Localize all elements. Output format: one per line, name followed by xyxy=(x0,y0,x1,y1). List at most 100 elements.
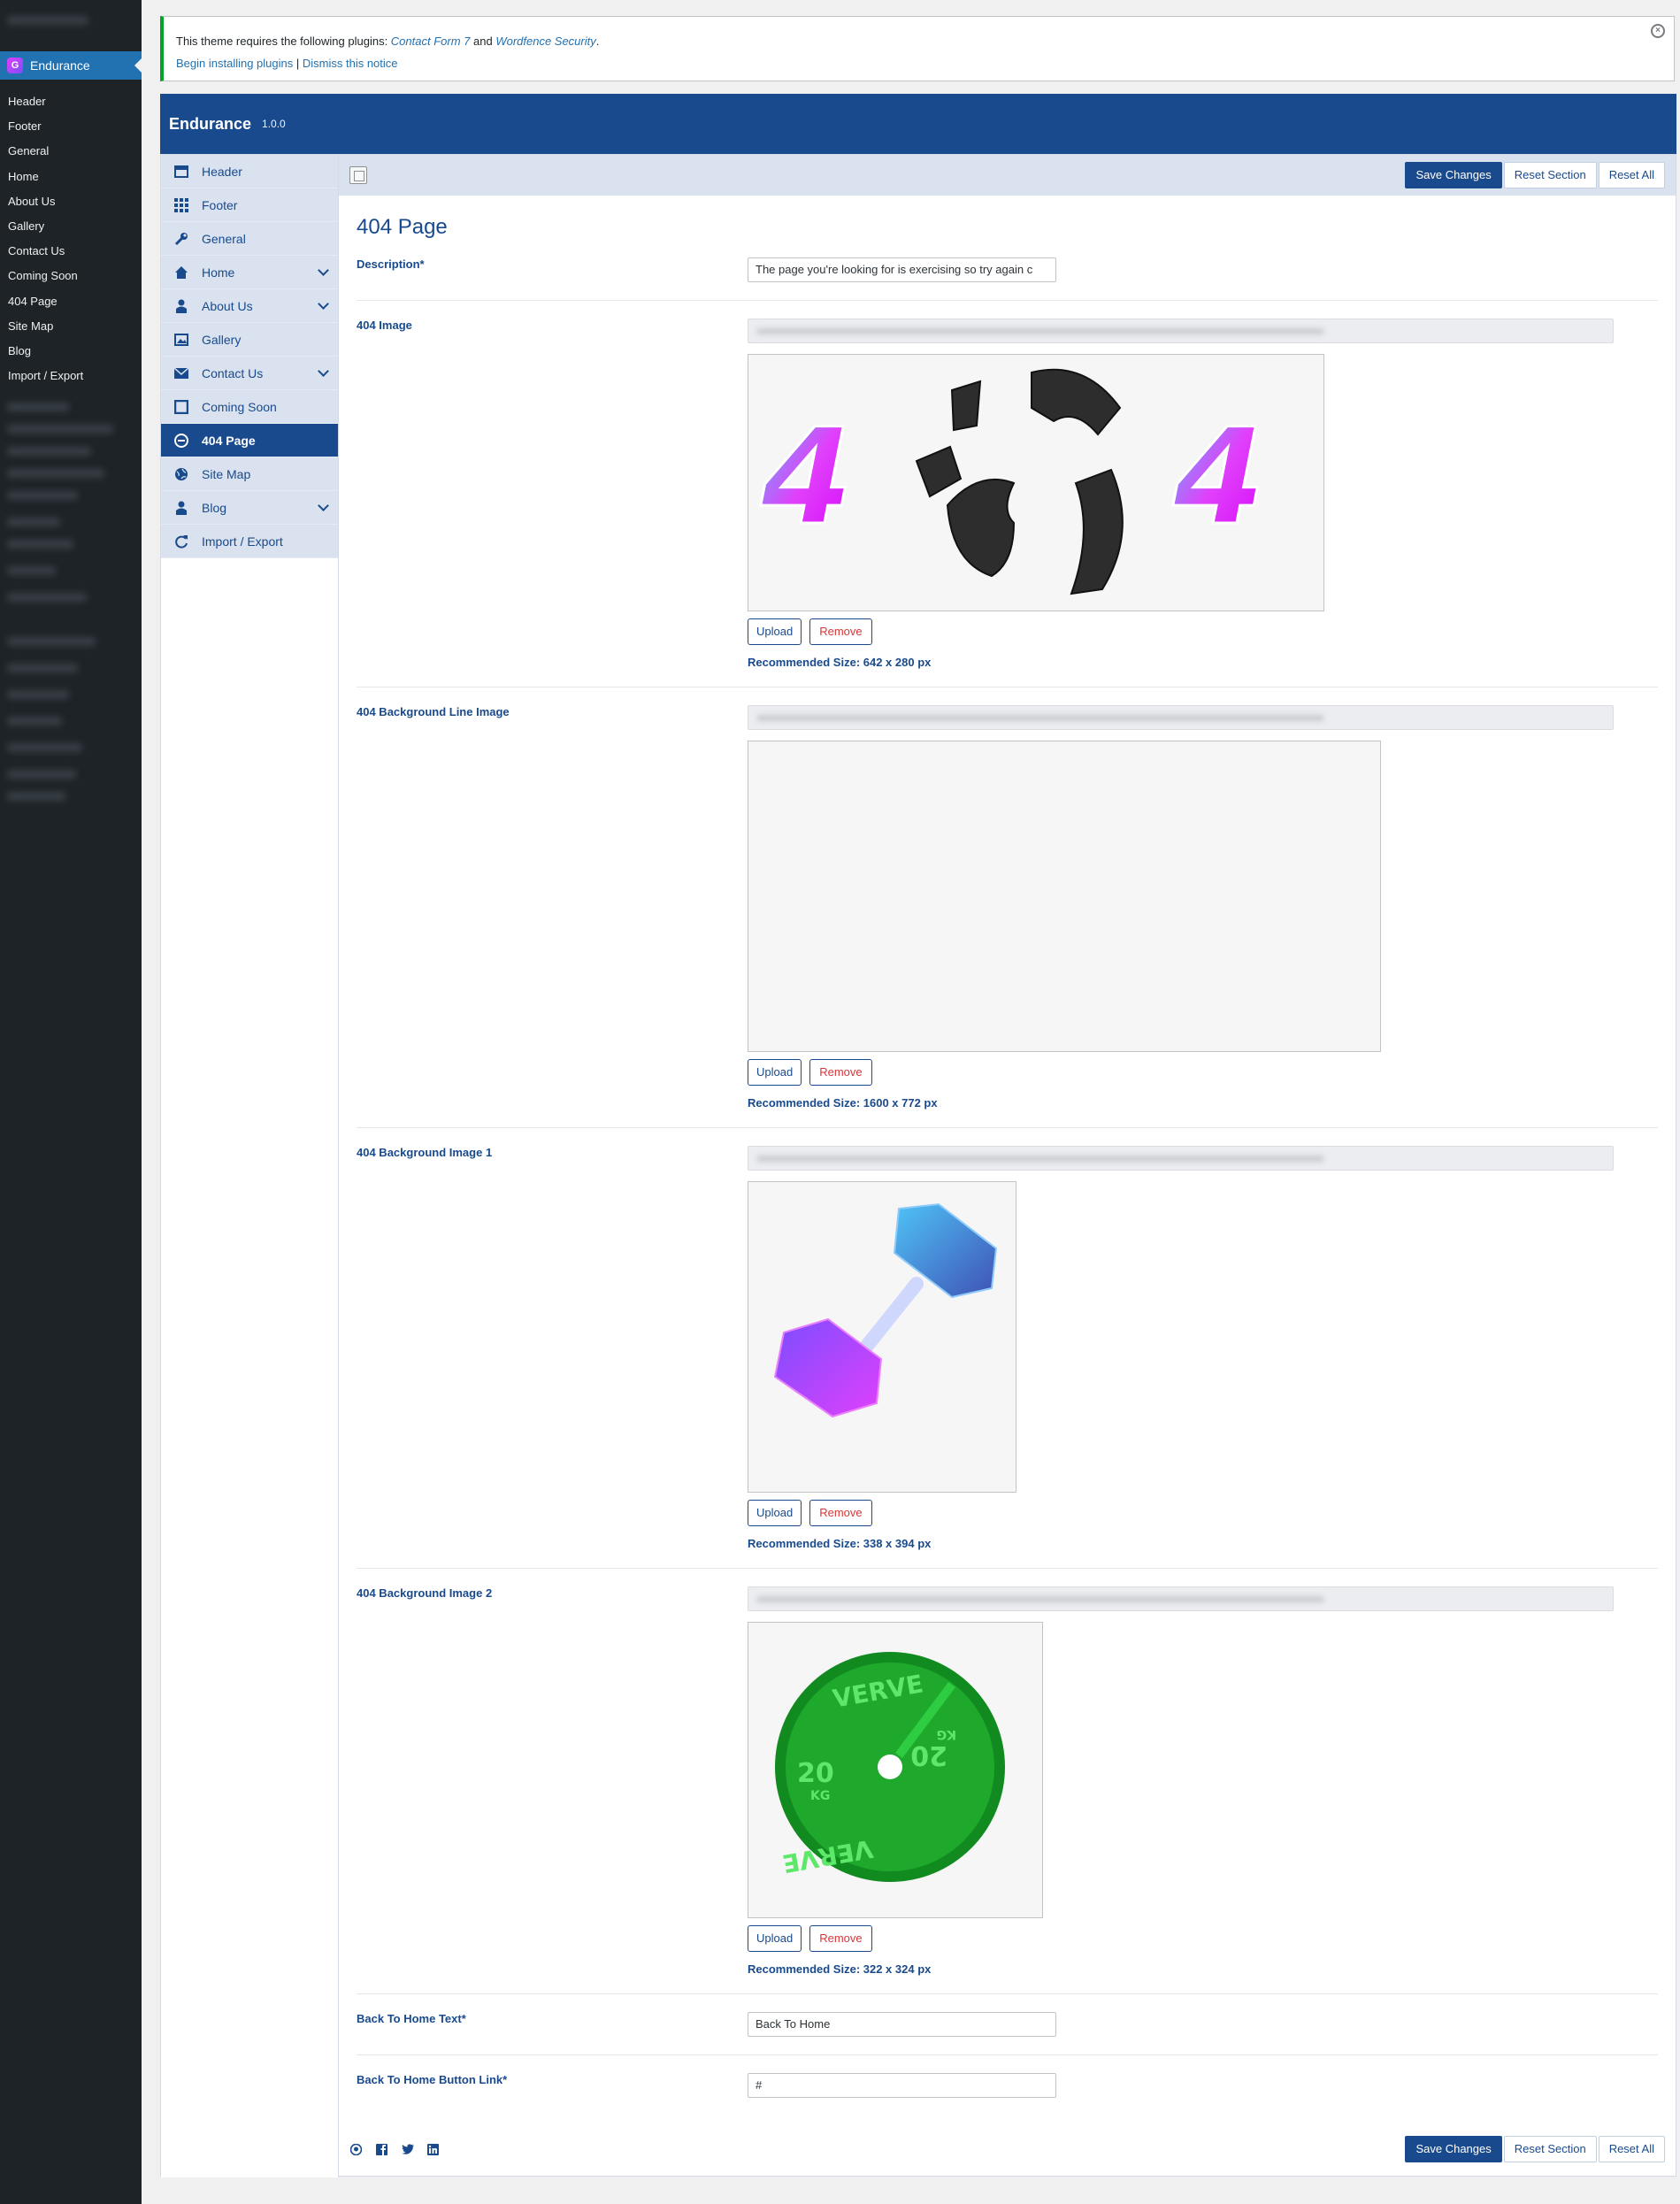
notice-text: This theme requires the following plugin… xyxy=(176,35,391,48)
reset-section-button[interactable]: Reset Section xyxy=(1503,2136,1597,2162)
plugin-link-contact-form[interactable]: Contact Form 7 xyxy=(391,35,471,48)
upload-button[interactable]: Upload xyxy=(748,1925,802,1952)
media-url-field[interactable] xyxy=(748,1586,1614,1611)
blurred-menu-item xyxy=(7,540,73,549)
nav-item-coming-soon[interactable]: Coming Soon xyxy=(161,390,338,424)
nav-label: Site Map xyxy=(202,466,251,481)
upload-button[interactable]: Upload xyxy=(748,618,802,645)
field-label: 404 Background Line Image xyxy=(357,705,510,718)
expand-options-icon[interactable] xyxy=(349,166,367,184)
chevron-down-icon[interactable] xyxy=(318,298,329,310)
field-label: Back To Home Button Link* xyxy=(357,2073,508,2086)
nav-item-blog[interactable]: Blog xyxy=(161,491,338,525)
wp-submenu-item[interactable]: About Us xyxy=(0,189,142,214)
home-link-input[interactable]: # xyxy=(748,2073,1056,2098)
section-content: 404 Page Description* The page you're lo… xyxy=(339,196,1676,2116)
person-icon xyxy=(173,500,189,516)
blurred-menu-item xyxy=(7,447,91,456)
remove-button[interactable]: Remove xyxy=(809,1500,872,1526)
nav-item-footer[interactable]: Footer xyxy=(161,188,338,222)
nav-item-contact-us[interactable]: Contact Us xyxy=(161,357,338,390)
facebook-icon[interactable] xyxy=(375,2143,388,2156)
nav-label: Coming Soon xyxy=(202,399,277,414)
no-entry-icon xyxy=(173,433,189,449)
nav-item-import-export[interactable]: Import / Export xyxy=(161,525,338,558)
remove-button[interactable]: Remove xyxy=(809,1925,872,1952)
wp-submenu-item[interactable]: Site Map xyxy=(0,314,142,339)
plugin-notice: × This theme requires the following plug… xyxy=(160,16,1675,81)
weight-plate-image-preview: VERVE VERVE 20 KG 20 KG xyxy=(748,1622,1043,1918)
options-footer: Save Changes Reset Section Reset All xyxy=(339,2123,1676,2176)
linkedin-icon[interactable] xyxy=(426,2143,440,2156)
chevron-down-icon[interactable] xyxy=(318,365,329,377)
theme-version: 1.0.0 xyxy=(262,118,286,130)
media-url-field[interactable] xyxy=(748,705,1614,730)
blurred-menu-item xyxy=(7,690,69,699)
field-row-home-text: Back To Home Text* Back To Home xyxy=(357,1994,1658,2055)
options-toolbar: Save Changes Reset Section Reset All xyxy=(339,155,1676,196)
digit-four-left: 4 xyxy=(760,401,853,555)
blurred-menu-item xyxy=(7,403,69,411)
blurred-menu-item xyxy=(7,491,78,500)
nav-item-gallery[interactable]: Gallery xyxy=(161,323,338,357)
wp-submenu-item[interactable]: Gallery xyxy=(0,214,142,239)
wp-submenu-item[interactable]: Blog xyxy=(0,339,142,364)
plugin-link-wordfence[interactable]: Wordfence Security xyxy=(495,35,595,48)
nav-label: Import / Export xyxy=(202,534,283,549)
wp-menu-current-label: Endurance xyxy=(30,58,90,73)
nav-item-header[interactable]: Header xyxy=(161,155,338,188)
blurred-menu-item xyxy=(7,566,56,575)
image-icon xyxy=(173,332,189,348)
media-url-field[interactable] xyxy=(748,319,1614,343)
chevron-down-icon[interactable] xyxy=(318,265,329,276)
field-label: 404 Background Image 1 xyxy=(357,1146,493,1159)
wp-menu-current[interactable]: G Endurance xyxy=(0,51,142,80)
nav-item-site-map[interactable]: Site Map xyxy=(161,457,338,491)
save-changes-button[interactable]: Save Changes xyxy=(1405,162,1502,188)
section-title: 404 Page xyxy=(357,215,448,239)
twitter-icon[interactable] xyxy=(401,2143,414,2156)
wp-submenu-item[interactable]: Home xyxy=(0,165,142,189)
upload-button[interactable]: Upload xyxy=(748,1500,802,1526)
nav-label: Contact Us xyxy=(202,365,264,380)
field-label: 404 Background Image 2 xyxy=(357,1586,493,1600)
nav-item-home[interactable]: Home xyxy=(161,256,338,289)
plate-unit-left: KG xyxy=(810,1789,830,1803)
blurred-menu-item xyxy=(7,425,113,434)
wp-submenu-item[interactable]: 404 Page xyxy=(0,289,142,314)
dismiss-close-icon[interactable]: × xyxy=(1651,24,1665,38)
github-icon[interactable] xyxy=(349,2143,363,2156)
dismiss-notice-link[interactable]: Dismiss this notice xyxy=(303,57,398,70)
field-row-description: Description* The page you're looking for… xyxy=(357,257,1658,301)
wp-submenu-item[interactable]: Coming Soon xyxy=(0,264,142,288)
media-url-field[interactable] xyxy=(748,1146,1614,1171)
field-row-bg-line-image: 404 Background Line Image Upload Remove … xyxy=(357,687,1658,1128)
reset-all-button[interactable]: Reset All xyxy=(1598,2136,1665,2162)
blurred-menu-item xyxy=(7,792,65,801)
wp-submenu-item[interactable]: Contact Us xyxy=(0,239,142,264)
description-input[interactable]: The page you're looking for is exercisin… xyxy=(748,257,1056,282)
wp-submenu-item[interactable]: General xyxy=(0,139,142,164)
theme-logo-icon: G xyxy=(7,58,23,73)
layout-icon xyxy=(173,164,189,180)
reset-all-button[interactable]: Reset All xyxy=(1598,162,1665,188)
home-text-input[interactable]: Back To Home xyxy=(748,2012,1056,2037)
nav-item-about-us[interactable]: About Us xyxy=(161,289,338,323)
wp-submenu-item[interactable]: Footer xyxy=(0,114,142,139)
remove-button[interactable]: Remove xyxy=(809,1059,872,1086)
reset-section-button[interactable]: Reset Section xyxy=(1503,162,1597,188)
wp-submenu-item[interactable]: Header xyxy=(0,89,142,114)
field-row-bg-image-2: 404 Background Image 2 VERVE VERVE 20 KG… xyxy=(357,1569,1658,1994)
nav-item-general[interactable]: General xyxy=(161,222,338,256)
remove-button[interactable]: Remove xyxy=(809,618,872,645)
plate-unit-right: KG xyxy=(937,1727,956,1741)
upload-button[interactable]: Upload xyxy=(748,1059,802,1086)
plate-weight-right: 20 xyxy=(910,1739,947,1770)
begin-installing-link[interactable]: Begin installing plugins xyxy=(176,57,293,70)
person-icon xyxy=(173,298,189,314)
nav-item-404-page[interactable]: 404 Page xyxy=(161,424,338,457)
chevron-down-icon[interactable] xyxy=(318,500,329,511)
wrench-icon xyxy=(173,231,189,247)
wp-submenu-item[interactable]: Import / Export xyxy=(0,364,142,388)
save-changes-button[interactable]: Save Changes xyxy=(1405,2136,1502,2162)
